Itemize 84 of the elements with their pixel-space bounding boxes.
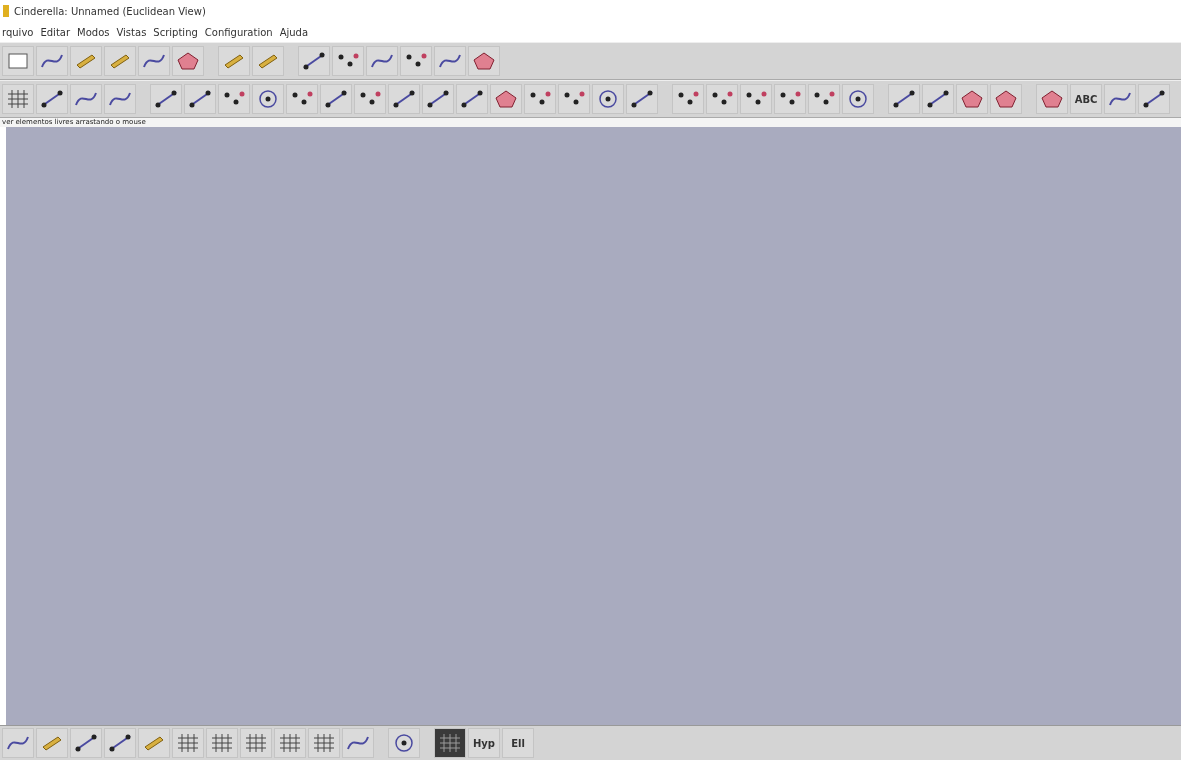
euclidean-view-button[interactable] xyxy=(434,728,466,758)
grid-icon xyxy=(312,733,336,753)
tool-button[interactable] xyxy=(422,84,454,114)
tool-button[interactable] xyxy=(808,84,840,114)
geometry-button[interactable]: Hyp xyxy=(468,728,500,758)
grid-icon xyxy=(438,733,462,753)
tool-button[interactable] xyxy=(592,84,624,114)
document-icon xyxy=(6,51,30,71)
tool-button[interactable] xyxy=(706,84,738,114)
line-icon xyxy=(630,89,654,109)
tool-button[interactable] xyxy=(218,84,250,114)
tool-button[interactable] xyxy=(366,46,398,76)
line-icon xyxy=(426,89,450,109)
grid-icon xyxy=(278,733,302,753)
line-icon xyxy=(188,89,212,109)
grid-icon xyxy=(6,89,30,109)
polygon-icon xyxy=(994,89,1018,109)
tool-button[interactable] xyxy=(150,84,182,114)
tool-button[interactable] xyxy=(298,46,330,76)
tool-button[interactable] xyxy=(626,84,658,114)
tool-button[interactable] xyxy=(138,46,170,76)
menu-item[interactable]: Ajuda xyxy=(279,26,309,38)
tool-button[interactable] xyxy=(740,84,772,114)
tool-button[interactable] xyxy=(2,728,34,758)
tool-button[interactable] xyxy=(456,84,488,114)
polygon-icon xyxy=(472,51,496,71)
tool-button[interactable] xyxy=(342,728,374,758)
tool-button[interactable] xyxy=(320,84,352,114)
tool-button[interactable] xyxy=(1138,84,1170,114)
tool-button[interactable] xyxy=(36,46,68,76)
tool-button[interactable] xyxy=(332,46,364,76)
menu-item[interactable]: Modos xyxy=(77,26,110,38)
window-title: Cinderella: Unnamed (Euclidean View) xyxy=(14,5,206,17)
polygon-icon xyxy=(960,89,984,109)
line-icon xyxy=(892,89,916,109)
tool-button[interactable] xyxy=(842,84,874,114)
line-icon xyxy=(108,733,132,753)
menu-item[interactable]: Editar xyxy=(40,26,71,38)
tool-button[interactable] xyxy=(354,84,386,114)
line-icon xyxy=(460,89,484,109)
grid-icon xyxy=(210,733,234,753)
line-icon xyxy=(40,89,64,109)
menu-item[interactable]: Scripting xyxy=(153,26,198,38)
circle-icon xyxy=(392,733,416,753)
polygon-icon xyxy=(1040,89,1064,109)
tool-button[interactable] xyxy=(388,84,420,114)
tool-button[interactable] xyxy=(774,84,806,114)
line-icon xyxy=(154,89,178,109)
line-icon xyxy=(302,51,326,71)
polygon-icon xyxy=(494,89,518,109)
app-icon xyxy=(2,5,10,17)
geometry-button[interactable]: Ell xyxy=(502,728,534,758)
menu-item[interactable]: rquivo xyxy=(2,26,34,38)
tool-button[interactable] xyxy=(70,84,102,114)
menu-item[interactable]: Configuration xyxy=(204,26,273,38)
grid-icon xyxy=(176,733,200,753)
tool-button[interactable] xyxy=(104,84,136,114)
circle-icon xyxy=(846,89,870,109)
tool-button[interactable] xyxy=(888,84,920,114)
line-icon xyxy=(926,89,950,109)
grid-icon xyxy=(244,733,268,753)
tool-button[interactable] xyxy=(286,84,318,114)
text-tool-button[interactable]: ABC xyxy=(1070,84,1102,114)
line-icon xyxy=(392,89,416,109)
tool-button[interactable] xyxy=(70,728,102,758)
line-icon xyxy=(324,89,348,109)
circle-icon xyxy=(596,89,620,109)
tool-button[interactable] xyxy=(1104,84,1136,114)
tool-button[interactable] xyxy=(252,84,284,114)
circle-icon xyxy=(256,89,280,109)
tool-button[interactable] xyxy=(36,84,68,114)
tool-button[interactable] xyxy=(558,84,590,114)
tool-button[interactable] xyxy=(434,46,466,76)
menu-item[interactable]: Vistas xyxy=(116,26,147,38)
tool-button[interactable] xyxy=(388,728,420,758)
polygon-icon xyxy=(176,51,200,71)
tool-button[interactable] xyxy=(104,728,136,758)
tool-button[interactable] xyxy=(672,84,704,114)
line-icon xyxy=(74,733,98,753)
tool-button[interactable] xyxy=(524,84,556,114)
tool-button[interactable] xyxy=(184,84,216,114)
tool-button[interactable] xyxy=(922,84,954,114)
line-icon xyxy=(1142,89,1166,109)
tool-button[interactable] xyxy=(400,46,432,76)
